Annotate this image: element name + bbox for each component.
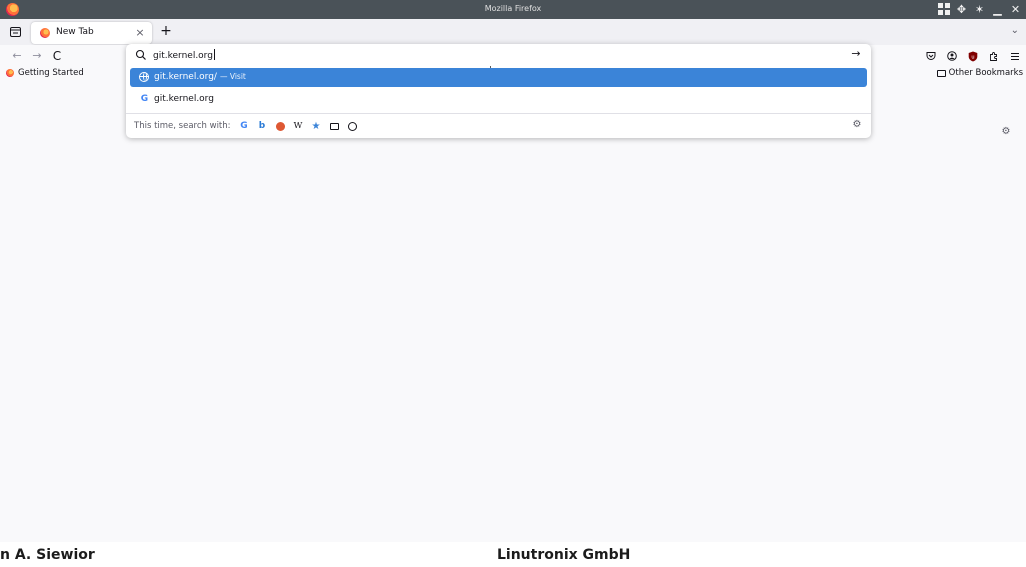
tile-icon[interactable] xyxy=(937,2,950,16)
wikipedia-icon[interactable]: W xyxy=(291,119,305,133)
urlbar-value: git.kernel.org xyxy=(153,51,213,61)
svg-text:u: u xyxy=(971,54,974,60)
new-tab-button[interactable]: + xyxy=(158,24,174,40)
gear-icon[interactable]: ⚙ xyxy=(1000,126,1012,138)
result-title: git.kernel.org xyxy=(154,94,214,104)
footer-strip: n A. Siewior Linutronix GmbH xyxy=(0,542,1026,567)
move-icon[interactable]: ✥ xyxy=(955,2,968,16)
maximize-icon[interactable]: ✕ xyxy=(1009,2,1022,16)
result-title-wrap: git.kernel.org/— Visit xyxy=(154,72,246,82)
history-icon[interactable] xyxy=(345,119,359,133)
globe-icon xyxy=(139,72,150,83)
footer-author: n A. Siewior xyxy=(0,547,95,563)
one-off-label: This time, search with: xyxy=(134,121,231,131)
search-engines: G b W ★ xyxy=(237,119,359,133)
extensions-icon[interactable] xyxy=(987,48,1001,64)
footer-company: Linutronix GmbH xyxy=(497,547,631,563)
bookmark-getting-started[interactable]: Getting Started xyxy=(6,68,84,78)
result-title: git.kernel.org/ xyxy=(154,72,217,82)
minimize-icon[interactable]: ▁ xyxy=(991,2,1004,16)
go-button[interactable]: → xyxy=(849,47,863,60)
tab-close-button[interactable]: × xyxy=(134,26,146,39)
urlbar-input[interactable]: git.kernel.org xyxy=(153,49,215,61)
result-visit[interactable]: git.kernel.org/— Visit xyxy=(130,68,867,87)
tab-label: New Tab xyxy=(56,27,94,37)
window-title: Mozilla Firefox xyxy=(484,4,542,13)
bing-icon[interactable]: b xyxy=(255,119,269,133)
tab-list-button[interactable] xyxy=(8,25,22,39)
reload-button[interactable]: C xyxy=(49,48,65,64)
folder-icon xyxy=(936,69,946,77)
window-controls: ✥ ✶ ▁ ✕ xyxy=(937,2,1022,16)
back-button[interactable]: ← xyxy=(9,48,25,64)
window-titlebar: Mozilla Firefox ✥ ✶ ▁ ✕ xyxy=(0,0,1026,19)
bookmarks-icon[interactable]: ★ xyxy=(309,119,323,133)
toolbar-right: u xyxy=(924,48,1022,64)
tab-list-icon xyxy=(9,27,21,37)
firefox-favicon-icon xyxy=(6,69,14,77)
account-icon[interactable] xyxy=(945,48,959,64)
one-off-search-row: This time, search with: G b W ★ ⚙ xyxy=(126,114,871,138)
tab-new-tab[interactable]: New Tab × xyxy=(31,22,152,44)
urlbar-popup: git.kernel.org → I git.kernel.org/— Visi… xyxy=(126,44,871,138)
pin-icon[interactable]: ✶ xyxy=(973,2,986,16)
text-caret xyxy=(213,49,215,60)
urlbar-input-row[interactable]: git.kernel.org → xyxy=(126,44,871,66)
tabs-icon[interactable] xyxy=(327,119,341,133)
screen: Mozilla Firefox ✥ ✶ ▁ ✕ New Tab × + ⌄ ← … xyxy=(0,0,1026,567)
result-action: — Visit xyxy=(219,72,246,81)
menu-icon[interactable] xyxy=(1008,48,1022,64)
google-icon: G xyxy=(140,94,149,104)
forward-button[interactable]: → xyxy=(29,48,45,64)
search-settings-gear-icon[interactable]: ⚙ xyxy=(850,119,864,130)
duckduckgo-icon[interactable] xyxy=(273,119,287,133)
bookmark-label: Getting Started xyxy=(18,68,84,78)
page-content: ⚙ xyxy=(0,82,1026,542)
ublock-icon[interactable]: u xyxy=(966,48,980,64)
search-icon xyxy=(135,49,146,60)
pocket-icon[interactable] xyxy=(924,48,938,64)
chevron-down-icon[interactable]: ⌄ xyxy=(1011,25,1019,36)
tab-strip: New Tab × + ⌄ xyxy=(0,19,1026,45)
result-search-suggestion[interactable]: G git.kernel.org xyxy=(130,90,867,109)
google-icon[interactable]: G xyxy=(237,119,251,133)
other-bookmarks-label: Other Bookmarks xyxy=(948,68,1023,78)
other-bookmarks-button[interactable]: Other Bookmarks xyxy=(936,68,1023,78)
firefox-favicon-icon xyxy=(40,28,50,38)
